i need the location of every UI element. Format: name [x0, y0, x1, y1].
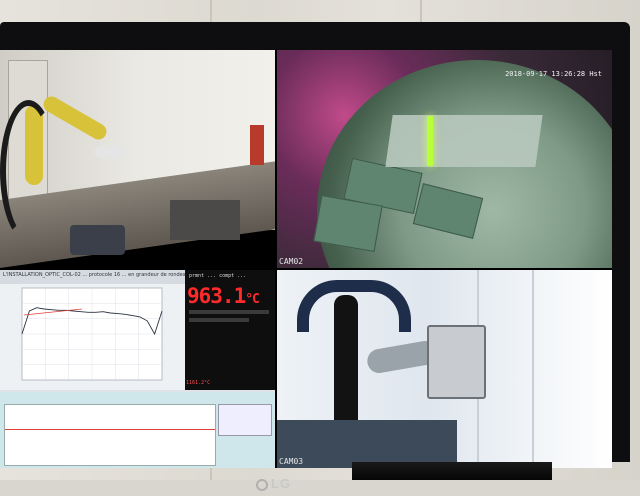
readout-bar: [189, 310, 269, 314]
footer-value: 1161.2°C: [186, 380, 211, 386]
brand-label: LG: [271, 476, 292, 491]
robot-torch: [95, 145, 125, 159]
secondary-legend: [218, 404, 272, 436]
readout-bar: [189, 318, 249, 322]
red-equipment: [250, 125, 264, 165]
cam02-workpiece: [385, 115, 543, 167]
temperature-unit: °C: [245, 292, 260, 307]
cam02-weld-line: [427, 116, 433, 166]
temperature-readout-panel: prmnt ... compt ... 963.1°C: [185, 270, 275, 390]
secondary-plot: [4, 404, 216, 466]
robot-cell-view: [0, 50, 275, 268]
temperature-value: 963.1°C: [187, 284, 260, 308]
robot-hose: [0, 100, 57, 242]
cam02-timestamp: 2018-09-17 13:26:28 Hst: [505, 70, 602, 78]
cam03-view: CAM03: [277, 270, 612, 468]
cam02-label: CAM02: [279, 257, 304, 266]
monitor-stand: [352, 462, 552, 480]
cam03-label: CAM03: [279, 457, 304, 466]
temperature-chart-window: L'INSTALLATION_OPTIC_COL-02 ... protocol…: [0, 270, 185, 390]
workbench: [170, 200, 240, 240]
chart-window-title: L'INSTALLATION_OPTIC_COL-02 ... protocol…: [0, 270, 185, 284]
cam02-view: 2018-09-17 13:26:28 Hst CAM02: [277, 50, 612, 268]
secondary-chart-window: [0, 392, 275, 468]
temperature-chart: [21, 287, 163, 381]
monitor-screen: 2018-09-17 13:26:28 Hst CAM02 L'INSTALLA…: [0, 50, 612, 468]
secondary-series-line: [5, 429, 215, 430]
cam03-wall-seam: [532, 270, 534, 468]
cam03-torch-head: [427, 325, 486, 399]
readout-tabs: prmnt ... compt ...: [189, 273, 247, 279]
data-panel: L'INSTALLATION_OPTIC_COL-02 ... protocol…: [0, 270, 275, 468]
turntable: [70, 225, 125, 255]
temperature-number: 963.1: [187, 284, 246, 308]
lg-logo-icon: [256, 478, 268, 491]
monitor: 2018-09-17 13:26:28 Hst CAM02 L'INSTALLA…: [0, 22, 630, 491]
monitor-logo: LG: [256, 476, 316, 496]
cam03-equipment-base: [277, 420, 457, 468]
